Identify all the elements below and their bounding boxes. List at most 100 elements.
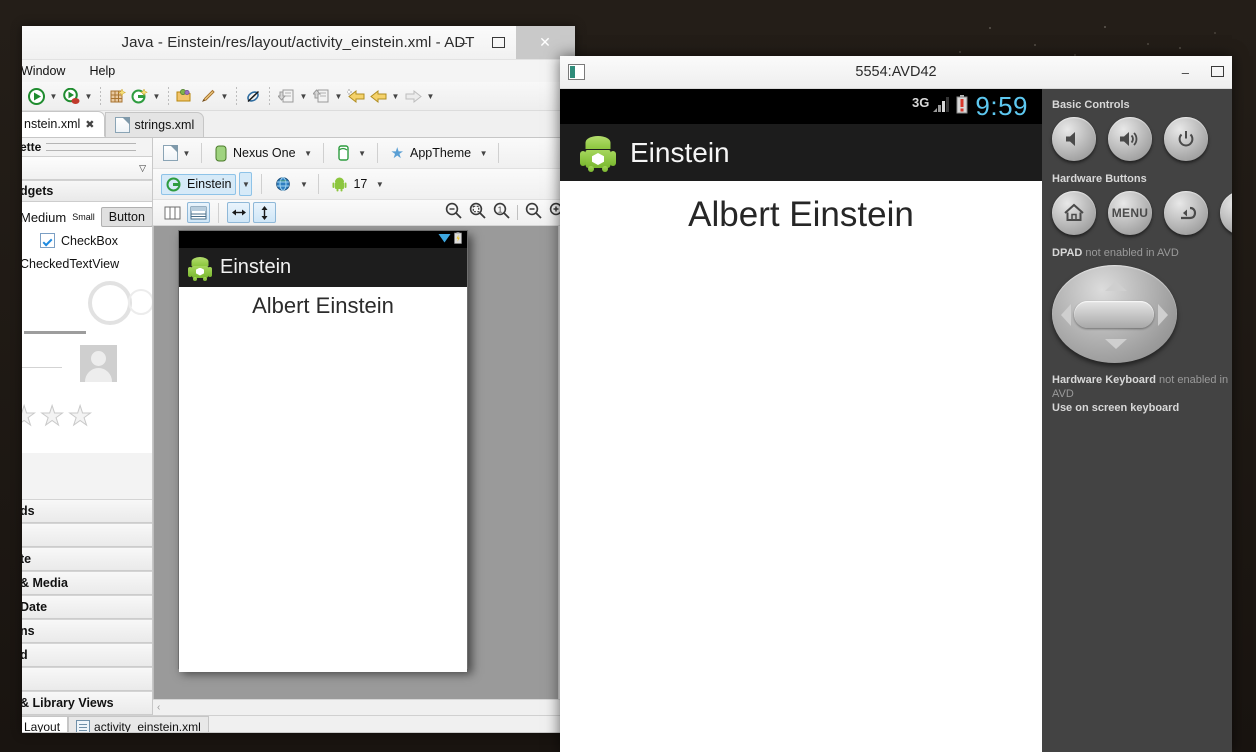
device-preview[interactable]: Einstein Albert Einstein (178, 230, 468, 672)
volume-down-button[interactable] (1052, 117, 1096, 161)
run-icon[interactable] (26, 86, 46, 106)
palette-category-composite[interactable]: te (22, 547, 152, 571)
paint-brush-icon[interactable] (197, 86, 217, 106)
forward-icon[interactable] (403, 86, 423, 106)
editor-tab-activity-einstein[interactable]: nstein.xml ✖ (22, 111, 105, 137)
fit-height-button[interactable] (253, 202, 276, 223)
back-icon[interactable] (368, 86, 388, 106)
activity-selector[interactable]: Einstein (161, 173, 237, 195)
back-button[interactable] (1164, 191, 1208, 235)
fit-width-button[interactable] (227, 202, 250, 223)
adt-maximize-button[interactable] (481, 26, 516, 59)
toggle-marks-icon[interactable] (243, 86, 263, 106)
prev-annotation-dropdown-icon[interactable]: ▼ (333, 86, 344, 106)
seekbar-icon[interactable] (22, 367, 62, 368)
home-button[interactable] (1052, 191, 1096, 235)
menu-item-window[interactable]: Window (22, 63, 68, 79)
theme-selector[interactable]: ★ AppTheme (387, 142, 476, 164)
next-annotation-dropdown-icon[interactable]: ▼ (298, 86, 309, 106)
device-selector[interactable]: Nexus One (211, 143, 300, 164)
radio-button-small-icon[interactable] (128, 289, 152, 315)
palette-category-time-date[interactable]: Date (22, 595, 152, 619)
next-annotation-icon[interactable] (276, 86, 296, 106)
zoom-to-fit-icon[interactable] (469, 202, 486, 224)
canvas-horizontal-scrollbar[interactable]: ‹ › (153, 699, 574, 715)
menu-button[interactable]: MENU (1108, 191, 1152, 235)
theme-dropdown-icon[interactable]: ▼ (478, 143, 489, 163)
rating-star-icon[interactable]: ★ (67, 401, 92, 432)
progress-bar-icon[interactable] (24, 331, 86, 334)
dpad-right-icon[interactable] (1158, 304, 1168, 326)
dpad-up-icon[interactable] (1105, 281, 1127, 291)
editor-tab-close-icon[interactable]: ✖ (85, 118, 94, 131)
run-dropdown-icon[interactable]: ▼ (48, 86, 59, 106)
forward-dropdown-icon[interactable]: ▼ (425, 86, 436, 106)
emulator-maximize-button[interactable] (1211, 65, 1224, 80)
power-button[interactable] (1164, 117, 1208, 161)
widget-textview-small[interactable]: Small (72, 212, 95, 222)
scroll-left-icon[interactable]: ‹ (157, 702, 160, 713)
palette-category-advanced[interactable]: d (22, 643, 152, 667)
locale-dropdown-icon[interactable]: ▼ (298, 174, 309, 194)
volume-up-button[interactable] (1108, 117, 1152, 161)
widget-button[interactable]: Button (100, 207, 152, 227)
rating-star-icon[interactable]: ★ (22, 401, 37, 432)
bottom-tab-layout[interactable]: Layout (22, 716, 69, 732)
widget-checked-textview[interactable]: CheckedTextView (22, 251, 152, 275)
open-resource-icon[interactable] (175, 86, 195, 106)
api-level-selector[interactable]: 17 (328, 175, 371, 194)
adt-close-button[interactable]: ✕ (516, 26, 574, 59)
new-gwt-icon[interactable] (129, 86, 149, 106)
zoom-fit-icon[interactable] (445, 202, 462, 224)
bottom-tab-xml[interactable]: activity_einstein.xml (68, 716, 209, 732)
dpad-left-icon[interactable] (1061, 304, 1071, 326)
orientation-dropdown-icon[interactable]: ▼ (357, 143, 368, 163)
widget-checkbox[interactable]: CheckBox (22, 228, 152, 251)
last-edit-location-icon[interactable] (346, 86, 366, 106)
debug-dropdown-icon[interactable]: ▼ (83, 86, 94, 106)
orientation-selector[interactable] (333, 143, 354, 164)
outline-toggle-button[interactable] (161, 202, 184, 223)
image-view-icon[interactable] (80, 345, 117, 382)
activity-dropdown-icon[interactable]: ▼ (239, 172, 253, 196)
zoom-100-icon[interactable]: 1 (493, 202, 510, 224)
palette-category-transitions[interactable]: ns (22, 619, 152, 643)
emulator-screen[interactable]: 3G 9:59 Einstein Albert Einstein (560, 89, 1042, 752)
new-android-project-icon[interactable] (107, 86, 127, 106)
dpad-center-button[interactable] (1074, 301, 1154, 328)
palette-category-custom-library-views[interactable]: & Library Views (22, 691, 152, 715)
menu-item-help[interactable]: Help (86, 63, 118, 79)
palette-category-other[interactable] (22, 667, 152, 691)
palette-category-text-fields[interactable]: ds (22, 499, 152, 523)
search-button[interactable] (1220, 191, 1232, 235)
config-file-dropdown-icon[interactable]: ▼ (181, 143, 192, 163)
layout-preview-canvas[interactable]: Einstein Albert Einstein ^ ˅ (153, 226, 574, 699)
adt-title-bar[interactable]: Java - Einstein/res/layout/activity_eins… (22, 26, 574, 60)
emulator-title-bar[interactable]: 5554:AVD42 – (560, 56, 1232, 89)
back-dropdown-icon[interactable]: ▼ (390, 86, 401, 106)
adt-minimize-button[interactable]: – (446, 26, 481, 59)
palette-category-layouts[interactable] (22, 523, 152, 547)
app-text-view[interactable]: Albert Einstein (688, 195, 914, 752)
brush-dropdown-icon[interactable]: ▼ (219, 86, 230, 106)
preview-text-view[interactable]: Albert Einstein (252, 293, 394, 672)
locale-selector[interactable] (271, 174, 295, 194)
chevron-down-icon[interactable]: ▽ (139, 163, 146, 174)
new-dropdown-icon[interactable]: ▼ (151, 86, 162, 106)
debug-icon[interactable] (61, 86, 81, 106)
dpad-control[interactable] (1052, 265, 1177, 363)
editor-tab-strings[interactable]: strings.xml (104, 112, 205, 137)
rating-star-icon[interactable]: ★ (39, 401, 64, 432)
emulator-minimize-button[interactable]: – (1182, 65, 1189, 80)
zoom-out-icon[interactable] (525, 202, 542, 224)
device-dropdown-icon[interactable]: ▼ (303, 143, 314, 163)
api-level-dropdown-icon[interactable]: ▼ (374, 174, 385, 194)
structure-toggle-button[interactable] (187, 202, 210, 223)
palette-filter-bar[interactable]: ▽ (22, 156, 152, 180)
palette-section-widgets[interactable]: dgets (22, 180, 152, 202)
palette-category-images-media[interactable]: & Media (22, 571, 152, 595)
prev-annotation-icon[interactable] (311, 86, 331, 106)
widget-textview-medium[interactable]: Medium (22, 210, 66, 225)
config-file-icon[interactable] (163, 145, 178, 161)
radio-button-large-icon[interactable] (88, 281, 132, 325)
